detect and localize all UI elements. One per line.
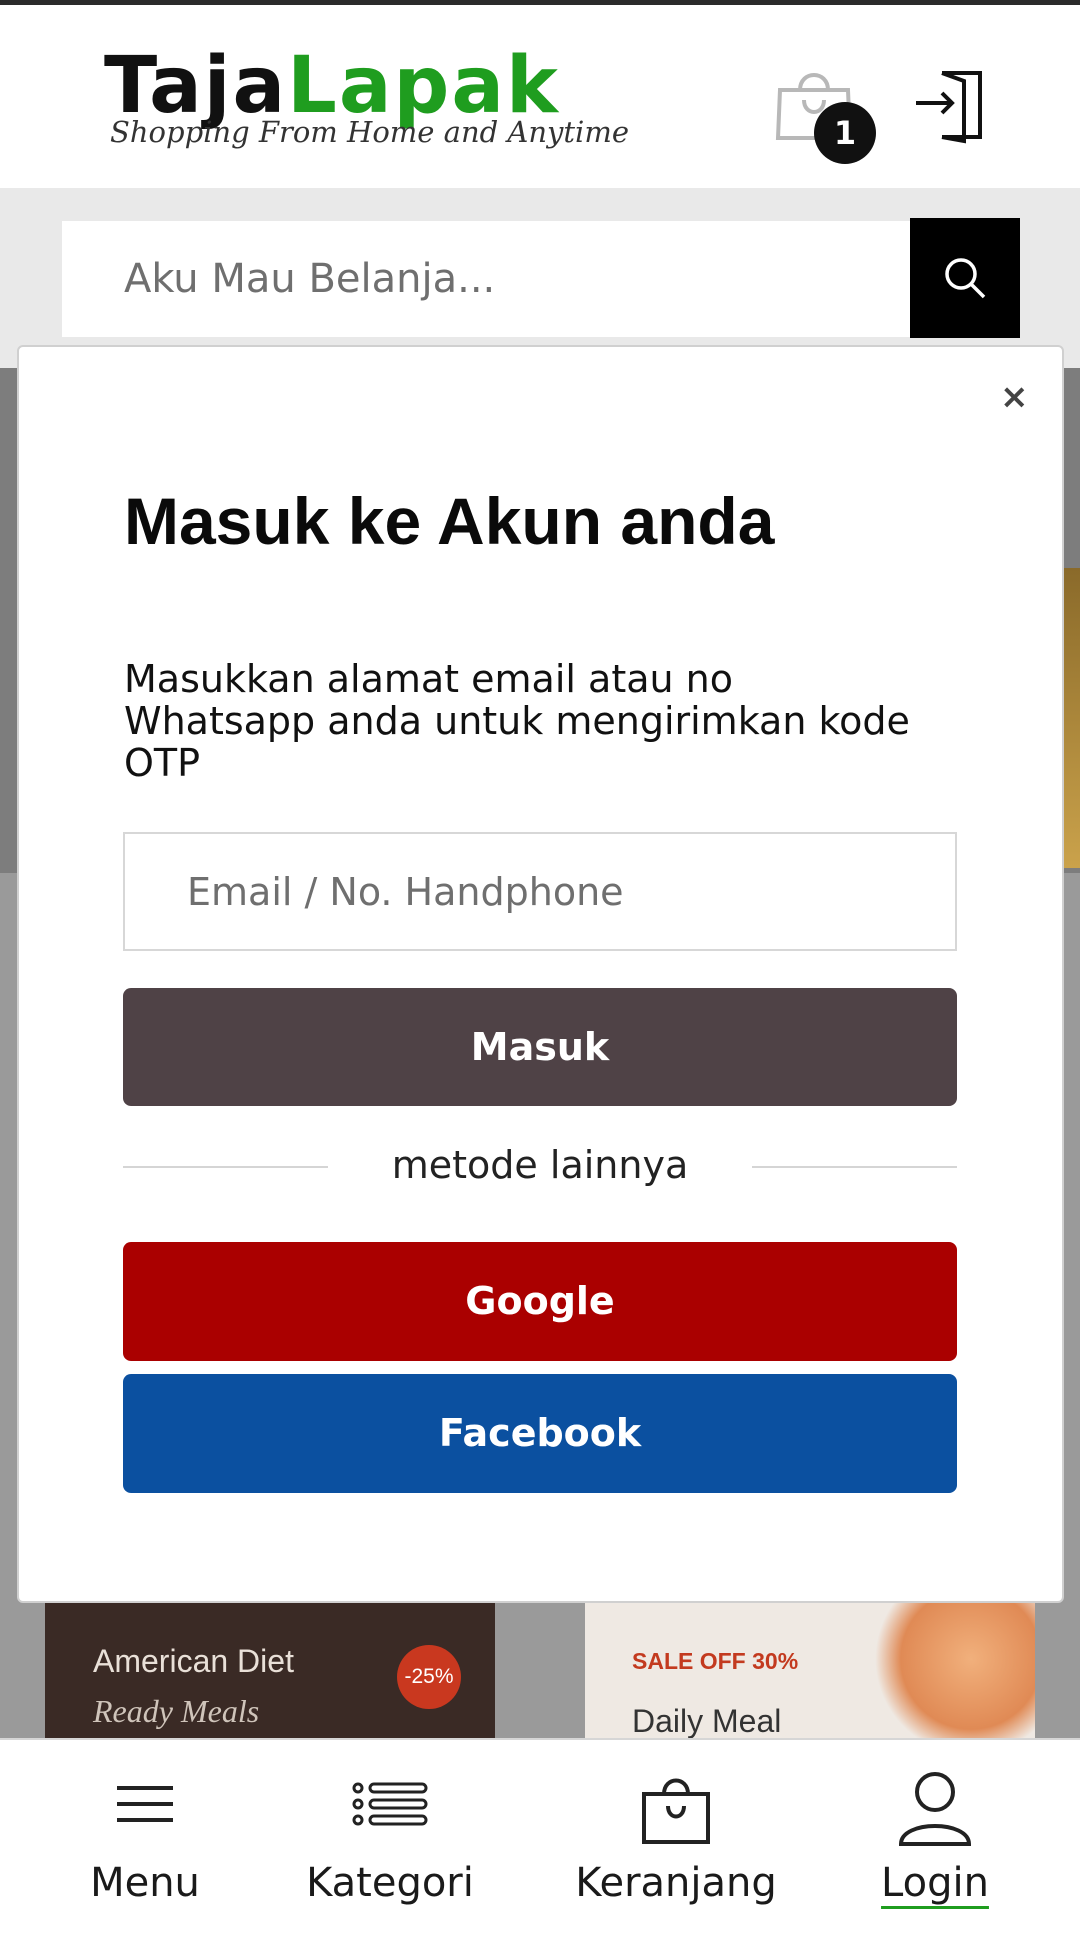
divider-text: metode lainnya <box>391 1143 689 1187</box>
site-logo[interactable]: TajaLapak Shopping From Home and Anytime <box>104 45 664 160</box>
search-bar <box>0 188 1080 368</box>
login-icon <box>916 71 982 144</box>
masuk-button[interactable]: Masuk <box>123 988 957 1106</box>
promo-card-subtitle: Ready Meals <box>93 1693 260 1729</box>
search-input[interactable] <box>62 221 910 337</box>
logo-tagline: Shopping From Home and Anytime <box>110 115 629 149</box>
search-icon <box>945 258 986 299</box>
facebook-login-button[interactable]: Facebook <box>123 1374 957 1493</box>
divider-line-right <box>752 1166 957 1168</box>
search-button[interactable] <box>910 218 1020 338</box>
user-icon <box>898 1772 972 1846</box>
promo-card-image <box>875 1603 1035 1743</box>
site-header: TajaLapak Shopping From Home and Anytime… <box>0 5 1080 188</box>
nav-label-keranjang: Keranjang <box>575 1860 777 1906</box>
nav-item-keranjang[interactable]: Keranjang <box>565 1740 787 1943</box>
promo-sale-label: SALE OFF 30% <box>632 1648 799 1674</box>
bottom-navigation: Menu Kategori Keranjang Login <box>0 1738 1080 1943</box>
promo-card-title: Daily Meal <box>632 1703 782 1739</box>
promo-card-american-diet[interactable]: American Diet Ready Meals -25% <box>45 1603 495 1743</box>
list-icon <box>352 1782 428 1826</box>
nav-label-menu: Menu <box>90 1860 200 1906</box>
cart-count-badge: 1 <box>814 102 876 164</box>
nav-item-menu[interactable]: Menu <box>60 1740 230 1943</box>
nav-label-login: Login <box>881 1860 989 1906</box>
nav-item-kategori[interactable]: Kategori <box>295 1740 485 1943</box>
promo-card-title: American Diet <box>93 1643 294 1679</box>
discount-badge: -25% <box>397 1645 461 1709</box>
login-header-button[interactable] <box>912 65 992 145</box>
cart-button[interactable]: 1 <box>770 60 880 170</box>
nav-label-kategori: Kategori <box>306 1860 474 1906</box>
shopping-bag-icon <box>642 1778 710 1844</box>
email-phone-input[interactable] <box>123 832 957 951</box>
promo-card-daily-meal[interactable]: SALE OFF 30% Daily Meal <box>585 1603 1035 1743</box>
google-login-button[interactable]: Google <box>123 1242 957 1361</box>
modal-title: Masuk ke Akun anda <box>124 484 775 558</box>
divider-line-left <box>123 1166 328 1168</box>
hamburger-icon <box>117 1786 173 1822</box>
nav-item-login[interactable]: Login <box>860 1740 1010 1943</box>
close-icon[interactable]: × <box>1000 380 1029 414</box>
modal-description: Masukkan alamat email atau no Whatsapp a… <box>124 657 910 785</box>
